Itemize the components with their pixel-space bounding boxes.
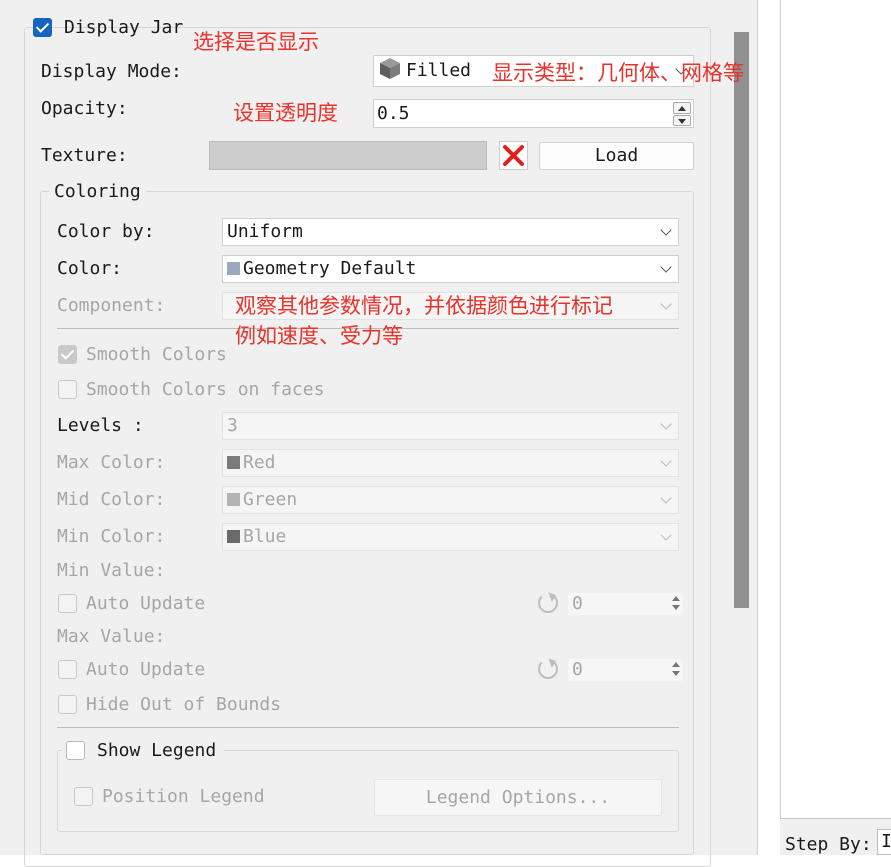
min-auto-update-checkbox[interactable] bbox=[58, 594, 77, 613]
mode-annotation: 显示类型：几何体、网格等 bbox=[492, 61, 744, 85]
opacity-value: 0.5 bbox=[377, 103, 410, 124]
chevron-down-icon bbox=[660, 224, 672, 236]
display-annotation: 选择是否显示 bbox=[193, 30, 319, 54]
refresh-icon[interactable] bbox=[538, 659, 558, 679]
step-by-input[interactable]: I bbox=[877, 829, 891, 855]
chevron-down-icon bbox=[660, 492, 672, 504]
min-color-swatch bbox=[227, 530, 240, 543]
opacity-spinbox[interactable]: 0.5 bbox=[373, 99, 694, 128]
color-by-value: Uniform bbox=[227, 221, 303, 242]
min-color-label: Min Color: bbox=[57, 526, 166, 547]
max-color-swatch bbox=[227, 456, 240, 469]
color-value: Geometry Default bbox=[243, 258, 417, 279]
min-value-label: Min Value: bbox=[57, 560, 166, 581]
spin-arrows-icon[interactable] bbox=[671, 661, 681, 679]
coloring-annotation-2: 例如速度、受力等 bbox=[235, 324, 403, 348]
chevron-down-icon bbox=[660, 455, 672, 467]
texture-preview bbox=[209, 141, 487, 170]
min-value-spinbox[interactable]: 0 bbox=[568, 593, 683, 615]
spin-down-icon[interactable] bbox=[673, 114, 691, 126]
position-legend-checkbox[interactable] bbox=[74, 787, 93, 806]
max-value-spinbox[interactable]: 0 bbox=[568, 659, 683, 681]
max-color-value: Red bbox=[243, 452, 276, 473]
cube-icon bbox=[378, 56, 402, 90]
opacity-label: Opacity: bbox=[41, 98, 128, 119]
step-by-value: I bbox=[881, 831, 891, 852]
levels-label: Levels : bbox=[57, 415, 144, 436]
min-color-select[interactable]: Blue bbox=[222, 523, 679, 551]
mid-color-label: Mid Color: bbox=[57, 489, 166, 510]
max-value-value: 0 bbox=[572, 659, 583, 680]
display-mode-value: Filled bbox=[406, 60, 472, 81]
max-color-select[interactable]: Red bbox=[222, 449, 679, 477]
display-jar-checkbox[interactable] bbox=[33, 18, 52, 37]
min-value-value: 0 bbox=[572, 593, 583, 614]
color-select[interactable]: Geometry Default bbox=[222, 255, 679, 283]
opacity-annotation: 设置透明度 bbox=[233, 101, 338, 125]
hide-out-of-bounds-label: Hide Out of Bounds bbox=[86, 694, 282, 715]
spin-up-icon[interactable] bbox=[673, 102, 691, 114]
show-legend-label: Show Legend bbox=[97, 740, 217, 761]
mid-color-swatch bbox=[227, 493, 240, 506]
chevron-down-icon bbox=[660, 298, 672, 310]
chevron-down-icon bbox=[660, 418, 672, 430]
texture-label: Texture: bbox=[41, 145, 128, 166]
levels-select[interactable]: 3 bbox=[222, 412, 679, 440]
display-jar-label: Display Jar bbox=[64, 17, 184, 38]
spin-arrows-icon[interactable] bbox=[671, 595, 681, 613]
color-label: Color: bbox=[57, 258, 123, 279]
min-color-value: Blue bbox=[243, 526, 287, 547]
smooth-colors-faces-checkbox[interactable] bbox=[58, 380, 77, 399]
smooth-colors-checkbox[interactable] bbox=[58, 345, 77, 364]
color-by-label: Color by: bbox=[57, 221, 155, 242]
scrollbar-thumb[interactable] bbox=[734, 32, 749, 608]
jar-properties-panel: Display Jar Display Mode: Filled Opacity… bbox=[0, 0, 758, 867]
step-by-label: Step By: bbox=[785, 834, 872, 855]
max-auto-update-checkbox[interactable] bbox=[58, 660, 77, 679]
coloring-annotation-1: 观察其他参数情况，并依据颜色进行标记 bbox=[235, 294, 613, 318]
display-mode-label: Display Mode: bbox=[41, 61, 182, 82]
component-label: Component: bbox=[57, 295, 166, 316]
smooth-colors-faces-label: Smooth Colors on faces bbox=[86, 379, 325, 400]
red-x-icon[interactable] bbox=[499, 141, 528, 170]
chevron-down-icon bbox=[660, 529, 672, 541]
divider bbox=[57, 727, 679, 728]
color-swatch bbox=[227, 262, 240, 275]
hide-out-of-bounds-checkbox[interactable] bbox=[58, 695, 77, 714]
coloring-title: Coloring bbox=[49, 181, 146, 203]
mid-color-value: Green bbox=[243, 489, 298, 510]
smooth-colors-label: Smooth Colors bbox=[86, 344, 227, 365]
mid-color-select[interactable]: Green bbox=[222, 486, 679, 514]
legend-options-button[interactable]: Legend Options... bbox=[374, 779, 662, 816]
load-texture-button[interactable]: Load bbox=[539, 142, 694, 170]
refresh-icon[interactable] bbox=[538, 593, 558, 613]
max-value-label: Max Value: bbox=[57, 626, 166, 647]
chevron-down-icon bbox=[660, 261, 672, 273]
position-legend-label: Position Legend bbox=[102, 786, 265, 807]
step-by-bar: Step By: bbox=[780, 818, 891, 855]
max-color-label: Max Color: bbox=[57, 452, 166, 473]
max-auto-update-label: Auto Update bbox=[86, 659, 206, 680]
min-auto-update-label: Auto Update bbox=[86, 593, 206, 614]
show-legend-checkbox[interactable] bbox=[66, 741, 85, 760]
color-by-select[interactable]: Uniform bbox=[222, 218, 679, 246]
levels-value: 3 bbox=[227, 415, 238, 436]
viewport-area bbox=[780, 0, 891, 820]
opacity-spin-buttons[interactable] bbox=[673, 102, 691, 126]
